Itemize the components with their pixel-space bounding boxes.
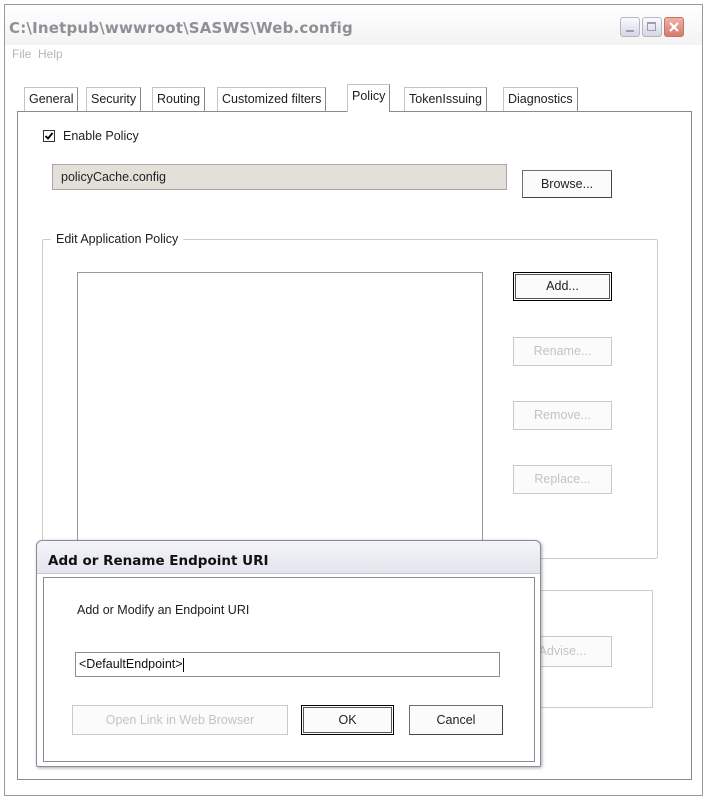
ok-button[interactable]: OK bbox=[301, 705, 394, 735]
text-cursor bbox=[182, 657, 184, 672]
cancel-button[interactable]: Cancel bbox=[409, 705, 503, 735]
application-policy-list[interactable] bbox=[77, 272, 483, 555]
window-title: C:\Inetpub\wwwroot\SASWS\Web.config bbox=[9, 19, 353, 37]
menu-file[interactable]: File bbox=[12, 47, 31, 61]
menu-help[interactable]: Help bbox=[38, 47, 63, 61]
close-icon bbox=[669, 22, 679, 32]
tab-tokenissuing[interactable]: TokenIssuing bbox=[404, 87, 487, 111]
rename-button[interactable]: Rename... bbox=[513, 337, 612, 366]
replace-button[interactable]: Replace... bbox=[513, 465, 612, 494]
edit-application-policy-title: Edit Application Policy bbox=[51, 232, 184, 246]
tab-routing[interactable]: Routing bbox=[152, 87, 206, 111]
enable-policy-checkbox[interactable] bbox=[43, 130, 55, 142]
endpoint-uri-value: <DefaultEndpoint> bbox=[79, 657, 183, 671]
tab-policy[interactable]: Policy bbox=[347, 84, 391, 112]
browse-button[interactable]: Browse... bbox=[522, 170, 612, 198]
dialog-title-bar[interactable]: Add or Rename Endpoint URI bbox=[37, 541, 540, 574]
remove-button[interactable]: Remove... bbox=[513, 401, 612, 430]
add-button[interactable]: Add... bbox=[513, 272, 612, 301]
enable-policy-label: Enable Policy bbox=[63, 129, 139, 143]
menu-bar: File Help bbox=[5, 45, 702, 69]
maximize-button[interactable] bbox=[642, 17, 662, 37]
tab-security[interactable]: Security bbox=[86, 87, 142, 111]
policy-file-field[interactable]: policyCache.config bbox=[52, 164, 507, 190]
open-link-button[interactable]: Open Link in Web Browser bbox=[72, 705, 288, 735]
endpoint-prompt-label: Add or Modify an Endpoint URI bbox=[77, 603, 250, 617]
tab-general[interactable]: General bbox=[24, 87, 79, 111]
minimize-button[interactable] bbox=[620, 17, 640, 37]
tab-diagnostics[interactable]: Diagnostics bbox=[503, 87, 578, 111]
endpoint-uri-input[interactable]: <DefaultEndpoint> bbox=[75, 652, 500, 677]
tab-customized-filters[interactable]: Customized filters bbox=[217, 87, 327, 111]
close-button[interactable] bbox=[664, 17, 684, 37]
checkmark-icon bbox=[44, 132, 54, 140]
title-bar[interactable]: C:\Inetpub\wwwroot\SASWS\Web.config bbox=[5, 5, 702, 45]
dialog-title: Add or Rename Endpoint URI bbox=[48, 553, 269, 569]
